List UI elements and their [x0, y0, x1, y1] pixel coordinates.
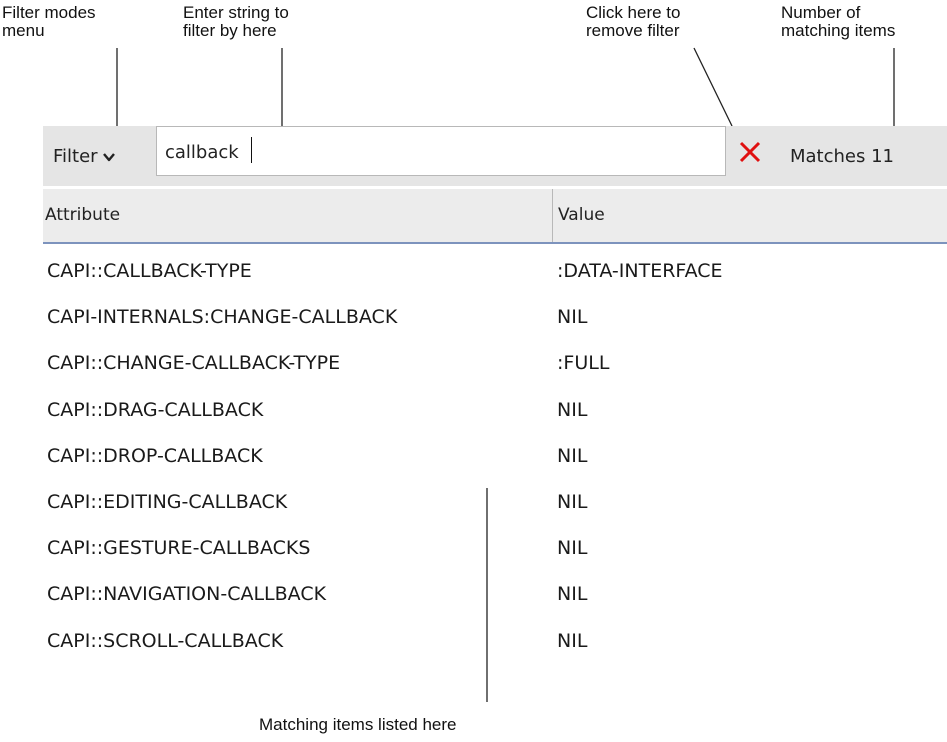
- table-row[interactable]: CAPI-INTERNALS:CHANGE-CALLBACK NIL: [43, 298, 947, 344]
- filter-toolbar: Filter Matches 11: [43, 126, 947, 186]
- value-cell: NIL: [557, 398, 588, 421]
- chevron-down-icon: [102, 152, 115, 161]
- table-row[interactable]: CAPI::DRAG-CALLBACK NIL: [43, 391, 947, 437]
- value-cell: :DATA-INTERFACE: [557, 260, 723, 282]
- column-header-attribute[interactable]: Attribute: [43, 189, 553, 242]
- table-row[interactable]: CAPI::GESTURE-CALLBACKS NIL: [43, 529, 947, 575]
- text-caret: [251, 137, 252, 163]
- attribute-cell: CAPI-INTERNALS:CHANGE-CALLBACK: [47, 306, 398, 329]
- table-row[interactable]: CAPI::CHANGE-CALLBACK-TYPE :FULL: [43, 344, 947, 390]
- filter-search-box[interactable]: [156, 126, 726, 176]
- filter-modes-menu[interactable]: Filter: [53, 146, 116, 167]
- column-header-value[interactable]: Value: [554, 189, 947, 242]
- leader-remove-filter: [693, 47, 733, 127]
- filter-menu-label: Filter: [53, 146, 98, 167]
- table-row[interactable]: CAPI::NAVIGATION-CALLBACK NIL: [43, 575, 947, 621]
- table-row[interactable]: CAPI::CALLBACK-TYPE :DATA-INTERFACE: [43, 252, 947, 298]
- value-cell: NIL: [557, 306, 588, 329]
- value-cell: NIL: [557, 490, 588, 513]
- table-row[interactable]: CAPI::EDITING-CALLBACK NIL: [43, 483, 947, 529]
- value-cell: NIL: [557, 583, 588, 606]
- table-row[interactable]: CAPI::DROP-CALLBACK NIL: [43, 437, 947, 483]
- attribute-cell: CAPI::DROP-CALLBACK: [47, 444, 263, 467]
- value-cell: NIL: [557, 444, 588, 467]
- attribute-cell: CAPI::DRAG-CALLBACK: [47, 398, 264, 421]
- attribute-cell: CAPI::GESTURE-CALLBACKS: [47, 537, 311, 560]
- matches-count: Matches 11: [790, 146, 895, 167]
- attribute-cell: CAPI::CALLBACK-TYPE: [47, 260, 252, 282]
- table-body: CAPI::CALLBACK-TYPE :DATA-INTERFACE CAPI…: [43, 252, 947, 668]
- table-header: Attribute Value: [43, 189, 947, 244]
- value-cell: NIL: [557, 629, 588, 652]
- filter-search-input[interactable]: [165, 139, 705, 165]
- attribute-cell: CAPI::SCROLL-CALLBACK: [47, 629, 284, 652]
- close-icon[interactable]: [736, 138, 764, 166]
- attribute-cell: CAPI::EDITING-CALLBACK: [47, 490, 288, 513]
- table-row[interactable]: CAPI::SCROLL-CALLBACK NIL: [43, 622, 947, 668]
- value-cell: :FULL: [557, 352, 610, 375]
- attribute-cell: CAPI::NAVIGATION-CALLBACK: [47, 583, 327, 606]
- attribute-cell: CAPI::CHANGE-CALLBACK-TYPE: [47, 352, 341, 375]
- value-cell: NIL: [557, 537, 588, 560]
